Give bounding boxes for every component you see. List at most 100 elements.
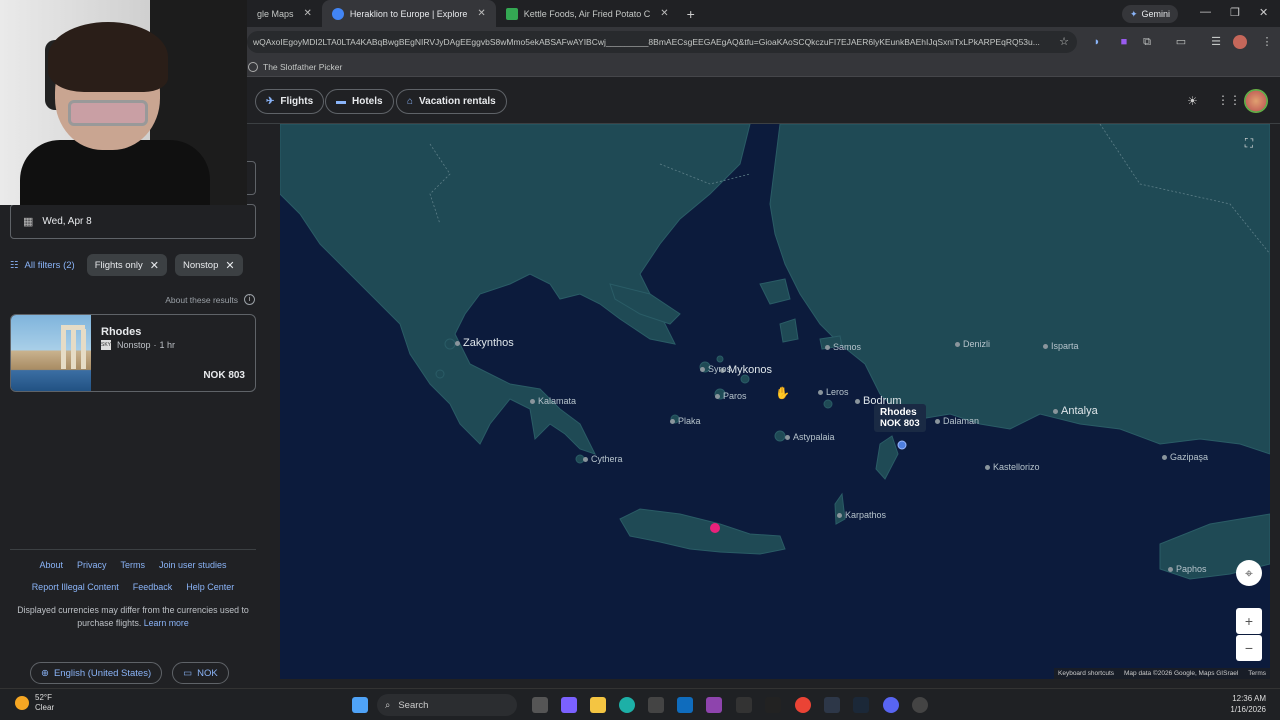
close-window-icon[interactable]: ✕	[1259, 6, 1268, 19]
map-label[interactable]: Samos	[825, 342, 861, 352]
account-avatar[interactable]	[1244, 89, 1268, 113]
theme-toggle-icon[interactable]: ☀	[1187, 94, 1198, 108]
windows-start-icon[interactable]	[352, 697, 368, 713]
map-label[interactable]: Kastellorizo	[985, 462, 1040, 472]
map-terms-link[interactable]: Terms	[1248, 670, 1266, 677]
all-filters-button[interactable]: ☷ All filters (2)	[10, 260, 75, 271]
bookmark-slotfather[interactable]: The Slotfather Picker	[263, 62, 342, 72]
gemini-button[interactable]: ✦ Gemini	[1122, 5, 1179, 23]
map-label[interactable]: Zakynthos	[455, 337, 514, 349]
obs-icon[interactable]	[912, 697, 928, 713]
result-card-rhodes[interactable]: Rhodes SKY Nonstop · 1 hr NOK 803	[10, 314, 256, 392]
map-dot-icon	[818, 389, 823, 395]
bookmark-star-icon[interactable]: ☆	[1057, 35, 1071, 49]
task-view-icon[interactable]	[532, 697, 548, 713]
map-land-layer	[280, 124, 1270, 580]
taskbar-search[interactable]: ⌕ Search	[377, 694, 517, 716]
sparkle-icon: ✦	[1130, 8, 1138, 19]
close-tab-icon[interactable]: ✕	[477, 8, 485, 19]
privacy-link[interactable]: Privacy	[77, 560, 107, 570]
map-label[interactable]: Antalya	[1053, 405, 1098, 417]
map-label[interactable]: Syros	[700, 364, 731, 374]
app-icon[interactable]	[765, 697, 781, 713]
tab-google-maps[interactable]: gle Maps ✕	[247, 0, 322, 27]
app-icon[interactable]	[706, 697, 722, 713]
chrome-icon[interactable]	[795, 697, 811, 713]
map-attribution: Keyboard shortcuts Map data ©2026 Google…	[1054, 668, 1270, 679]
hotels-tab[interactable]: ▬ Hotels	[325, 89, 394, 114]
extension-icon[interactable]: ■	[1117, 35, 1131, 49]
flights-only-chip[interactable]: Flights only ✕	[86, 254, 167, 276]
tab-kettle-foods[interactable]: Kettle Foods, Air Fried Potato C ✕	[496, 0, 679, 27]
learn-more-link[interactable]: Learn more	[144, 618, 189, 628]
map-label[interactable]: Gazipaşa	[1162, 452, 1208, 462]
copilot-icon[interactable]	[561, 697, 577, 713]
map-dot-icon	[785, 434, 790, 440]
vacation-rentals-tab[interactable]: ⌂ Vacation rentals	[396, 89, 507, 114]
recenter-icon[interactable]: ⌖	[1236, 560, 1262, 586]
close-tab-icon[interactable]: ✕	[660, 8, 668, 19]
steam-icon[interactable]	[853, 697, 869, 713]
address-bar[interactable]: wQAxoIEgoyMDI2LTA0LTA4KABqBwgBEgNIRVJyDA…	[247, 31, 1077, 53]
cast-icon[interactable]: ▭	[1174, 35, 1188, 49]
map-label[interactable]: Astypalaia	[785, 432, 835, 442]
close-tab-icon[interactable]: ✕	[304, 8, 312, 19]
extension-icon[interactable]: ◗	[1090, 35, 1104, 49]
remove-filter-icon[interactable]: ✕	[225, 259, 234, 272]
windows-taskbar: 52°F Clear ⌕ Search 12:36 AM 1/16/2026	[0, 688, 1280, 720]
remove-filter-icon[interactable]: ✕	[150, 259, 159, 272]
map-label[interactable]: Plaka	[670, 416, 701, 426]
map-label[interactable]: Dalaman	[935, 416, 979, 426]
flights-tab[interactable]: ✈ Flights	[255, 89, 325, 114]
zoom-in-button[interactable]: +	[1236, 608, 1262, 634]
map-label[interactable]: Cythera	[583, 454, 623, 464]
file-explorer-icon[interactable]	[590, 697, 606, 713]
explore-map[interactable]: Zakynthos Mykonos Syros Paros Plaka Kalamata C…	[280, 124, 1270, 679]
address-bar-row: wQAxoIEgoyMDI2LTA0LTA4KABqBwgBEgNIRVJyDA…	[247, 27, 1280, 57]
terms-link[interactable]: Terms	[121, 560, 146, 570]
menu-kebab-icon[interactable]: ⋮	[1260, 35, 1274, 49]
map-label[interactable]: Kalamata	[530, 396, 576, 406]
map-label[interactable]: Karpathos	[837, 510, 886, 520]
destination-name: Rhodes	[101, 326, 142, 338]
system-clock[interactable]: 12:36 AM 1/16/2026	[1230, 693, 1266, 715]
keyboard-shortcuts-link[interactable]: Keyboard shortcuts	[1058, 670, 1114, 677]
xbox-icon[interactable]	[736, 697, 752, 713]
help-center-link[interactable]: Help Center	[186, 582, 234, 592]
tab-explore[interactable]: Heraklion to Europe | Explore ✕	[321, 0, 496, 27]
about-results-link[interactable]: About these results i	[165, 294, 255, 305]
join-studies-link[interactable]: Join user studies	[159, 560, 227, 570]
destination-callout-rhodes[interactable]: Rhodes NOK 803	[874, 404, 926, 432]
minimize-icon[interactable]: —	[1200, 6, 1211, 18]
language-button[interactable]: ⊕ English (United States)	[30, 662, 163, 684]
discord-icon[interactable]	[883, 697, 899, 713]
edge-icon[interactable]	[619, 697, 635, 713]
departure-date-field[interactable]: ▦ Wed, Apr 8	[10, 204, 256, 239]
zoom-out-button[interactable]: −	[1236, 635, 1262, 661]
callout-city: Rhodes	[880, 407, 917, 418]
map-label[interactable]: Isparta	[1043, 341, 1079, 351]
hand-cursor-icon: ✋	[775, 386, 790, 400]
nonstop-chip[interactable]: Nonstop ✕	[174, 254, 243, 276]
results-panel: ▦ Wed, Apr 8 ☷ All filters (2) Flights o…	[0, 124, 267, 684]
report-content-link[interactable]: Report Illegal Content	[32, 582, 119, 592]
feedback-link[interactable]: Feedback	[133, 582, 173, 592]
new-tab-icon[interactable]: +	[687, 6, 695, 22]
profile-avatar-icon[interactable]	[1233, 35, 1247, 49]
map-label[interactable]: Leros	[818, 387, 849, 397]
about-link[interactable]: About	[39, 560, 63, 570]
reading-list-icon[interactable]: ☰	[1209, 35, 1223, 49]
map-label[interactable]: Paphos	[1168, 564, 1207, 574]
fullscreen-icon[interactable]: ⛶	[1238, 132, 1260, 154]
map-label[interactable]: Denizli	[955, 339, 990, 349]
leaf-favicon-icon	[505, 7, 518, 20]
maximize-icon[interactable]: ❐	[1230, 6, 1240, 19]
map-label[interactable]: Paros	[715, 391, 747, 401]
app-icon[interactable]	[824, 697, 840, 713]
weather-widget[interactable]: 52°F Clear	[15, 693, 54, 713]
currency-note: Displayed currencies may differ from the…	[17, 605, 249, 628]
currency-button[interactable]: ▭ NOK	[172, 662, 229, 684]
outlook-icon[interactable]	[677, 697, 693, 713]
puzzle-icon[interactable]: ⧉	[1140, 35, 1154, 49]
store-icon[interactable]	[648, 697, 664, 713]
